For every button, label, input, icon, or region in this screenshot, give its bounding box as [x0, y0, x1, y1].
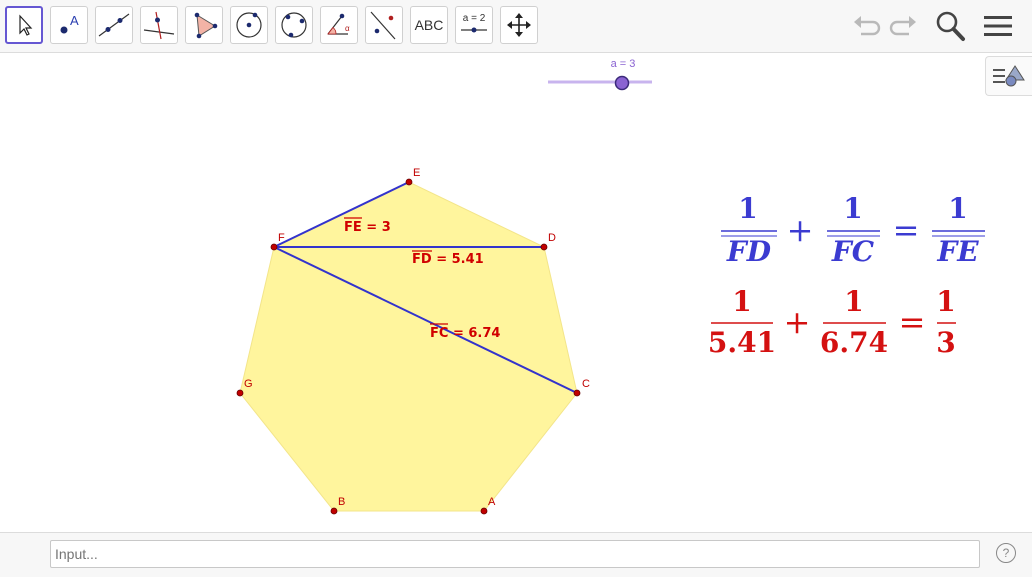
svg-text:1: 1	[844, 285, 863, 318]
heptagon-polygon[interactable]	[239, 181, 578, 512]
svg-text:=: =	[893, 211, 920, 249]
svg-text:F: F	[278, 232, 285, 244]
svg-text:+: +	[787, 211, 814, 249]
svg-text:FC = 6.74: FC = 6.74	[430, 326, 500, 341]
svg-text:+: +	[784, 303, 811, 341]
svg-text:D: D	[548, 232, 556, 244]
slider-handle[interactable]	[614, 75, 630, 91]
move-graphics-icon	[507, 13, 531, 37]
slider-label: a = 3	[611, 58, 636, 70]
svg-text:1: 1	[948, 192, 967, 225]
svg-text:FD = 5.41: FD = 5.41	[412, 252, 484, 267]
tool-slider[interactable]: a = 2	[455, 6, 493, 44]
tool-move-graphics[interactable]	[500, 6, 538, 44]
segment-label-fd: FD = 5.41	[412, 250, 484, 267]
graphics-canvas[interactable]: a = 3 FE = 3 FD = 5.41 FC = 6.74 A B C D…	[0, 53, 1032, 531]
tool-text[interactable]: ABC	[410, 6, 448, 44]
svg-text:E: E	[413, 167, 420, 179]
svg-text:FC: FC	[831, 235, 875, 268]
line-icon	[98, 13, 130, 37]
input-bar: ?	[0, 532, 1032, 577]
segment-label-fe: FE = 3	[344, 217, 391, 235]
svg-text:A: A	[70, 13, 79, 28]
circle-with-center-icon	[236, 12, 262, 38]
svg-text:1: 1	[936, 285, 955, 318]
svg-text:α: α	[345, 24, 350, 33]
tool-circle-three-points[interactable]	[275, 6, 313, 44]
text-tool-label: ABC	[414, 17, 444, 33]
svg-text:B: B	[338, 496, 345, 508]
point-c[interactable]: C	[573, 378, 590, 397]
hamburger-menu-icon	[984, 16, 1012, 36]
algebra-input[interactable]	[50, 540, 980, 568]
formula-symbolic: 1 FD + 1 FC = 1 FE	[721, 192, 985, 268]
angle-icon: α	[327, 13, 350, 35]
undo-button[interactable]	[850, 10, 882, 42]
tool-line[interactable]	[95, 6, 133, 44]
polygon-icon	[194, 12, 218, 39]
svg-text:3: 3	[936, 326, 955, 359]
segment-label-fc: FC = 6.74	[430, 323, 500, 341]
svg-text:C: C	[582, 378, 590, 390]
point-e[interactable]: E	[405, 167, 420, 186]
svg-text:FE = 3: FE = 3	[344, 220, 391, 235]
svg-text:FD: FD	[726, 235, 772, 268]
point-d[interactable]: D	[540, 232, 556, 251]
svg-text:A: A	[488, 496, 496, 508]
search-button[interactable]	[934, 10, 966, 42]
circle-three-points-icon	[281, 12, 307, 38]
svg-text:G: G	[244, 378, 253, 390]
tool-reflect[interactable]	[365, 6, 403, 44]
redo-button[interactable]	[888, 10, 920, 42]
slider-tool-label: a = 2	[463, 13, 486, 24]
svg-text:6.74: 6.74	[820, 326, 888, 359]
tool-move[interactable]	[5, 6, 43, 44]
tool-polygon[interactable]	[185, 6, 223, 44]
tool-perpendicular[interactable]	[140, 6, 178, 44]
tool-point[interactable]: A	[50, 6, 88, 44]
toolbar: A α ABC a = 2	[0, 0, 1032, 53]
svg-text:1: 1	[843, 192, 862, 225]
main-menu-button[interactable]	[982, 10, 1014, 42]
tool-circle[interactable]	[230, 6, 268, 44]
svg-text:FE: FE	[936, 235, 979, 268]
move-arrow-icon	[19, 14, 33, 36]
reflect-about-line-icon	[370, 11, 396, 40]
point-icon: A	[60, 13, 79, 34]
style-bar-icon	[993, 65, 1025, 87]
redo-icon	[889, 16, 916, 36]
perpendicular-line-icon	[143, 11, 175, 40]
search-icon	[936, 11, 965, 41]
formula-numeric: 1 5.41 + 1 6.74 = 1 3	[708, 285, 956, 359]
slider-tool-icon: a = 2	[461, 13, 487, 33]
svg-text:1: 1	[732, 285, 751, 318]
style-bar-toggle[interactable]	[985, 56, 1032, 96]
undo-icon	[854, 16, 881, 36]
svg-text:=: =	[899, 303, 926, 341]
tool-angle[interactable]: α	[320, 6, 358, 44]
svg-text:1: 1	[738, 192, 757, 225]
svg-text:5.41: 5.41	[708, 326, 776, 359]
graphics-view[interactable]: a = 3 FE = 3 FD = 5.41 FC = 6.74 A B C D…	[0, 53, 1032, 531]
help-icon[interactable]: ?	[996, 543, 1016, 563]
